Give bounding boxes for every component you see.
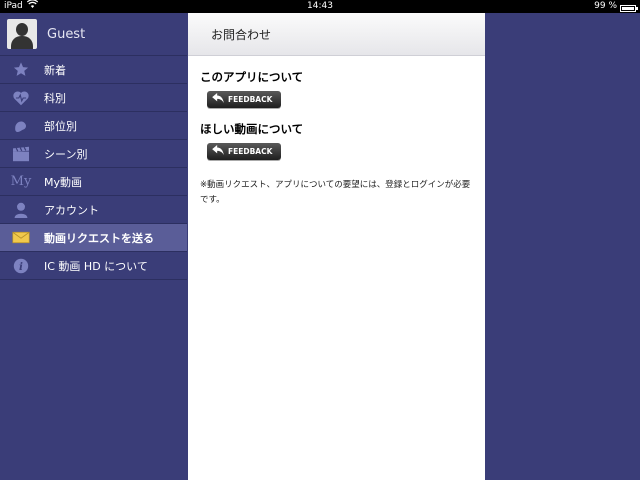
sidebar-item-scene[interactable]: シーン別: [0, 140, 187, 168]
feedback-button-app[interactable]: FEEDBACK: [207, 91, 281, 108]
heart-icon: [10, 89, 32, 107]
user-row[interactable]: Guest: [0, 13, 187, 56]
svg-text:i: i: [19, 261, 23, 273]
sidebar-item-label: シーン別: [44, 147, 88, 161]
sidebar-item-label: 科別: [44, 91, 66, 105]
sidebar-item-new[interactable]: 新着: [0, 56, 187, 84]
section-title: ほしい動画について: [200, 122, 304, 136]
sidebar-item-department[interactable]: 科別: [0, 84, 187, 112]
feedback-button-label: FEEDBACK: [228, 95, 273, 104]
sidebar-item-about[interactable]: i IC 動画 HD について: [0, 252, 187, 280]
envelope-icon: [10, 229, 32, 247]
sidebar-item-label: 動画リクエストを送る: [44, 231, 154, 245]
sidebar-item-video-request[interactable]: 動画リクエストを送る: [0, 224, 187, 252]
sidebar-item-my-videos[interactable]: My My動画: [0, 168, 187, 196]
section-about-app: このアプリについて FEEDBACK: [188, 69, 485, 108]
section-wanted-video: ほしい動画について FEEDBACK: [188, 121, 485, 160]
page-title: お問合わせ: [211, 27, 272, 42]
sidebar-item-account[interactable]: アカウント: [0, 196, 187, 224]
battery-icon: [620, 4, 638, 12]
person-icon: [10, 201, 32, 219]
sidebar: Guest 新着 科別 部位別 シーン別 My My動画 アカウント 動画リクエ…: [0, 13, 187, 480]
reply-arrow-icon: [212, 145, 224, 158]
clapperboard-icon: [10, 145, 32, 163]
login-note: ※動画リクエスト、アプリについての要望には、登録とログインが必要です。: [200, 180, 471, 205]
status-bar: iPad 14:43 99 %: [0, 0, 640, 13]
sidebar-item-label: アカウント: [44, 203, 99, 217]
body-part-icon: [10, 117, 32, 135]
status-time: 14:43: [307, 1, 333, 11]
sidebar-item-label: IC 動画 HD について: [44, 259, 148, 273]
avatar: [7, 19, 37, 49]
battery-percent: 99 %: [594, 1, 617, 11]
reply-arrow-icon: [212, 93, 224, 106]
feedback-button-video[interactable]: FEEDBACK: [207, 143, 281, 160]
sidebar-item-label: 新着: [44, 63, 66, 77]
feedback-button-label: FEEDBACK: [228, 147, 273, 156]
section-title: このアプリについて: [200, 70, 304, 84]
panel-header: お問合わせ: [188, 13, 485, 56]
contact-panel: お問合わせ このアプリについて FEEDBACK ほしい動画について FEEDB…: [188, 13, 485, 480]
sidebar-item-label: 部位別: [44, 119, 77, 133]
info-icon: i: [10, 257, 32, 275]
star-icon: [10, 61, 32, 79]
sidebar-item-label: My動画: [44, 175, 83, 189]
user-name: Guest: [47, 26, 86, 42]
sidebar-item-body-part[interactable]: 部位別: [0, 112, 187, 140]
my-icon: My: [10, 174, 32, 189]
